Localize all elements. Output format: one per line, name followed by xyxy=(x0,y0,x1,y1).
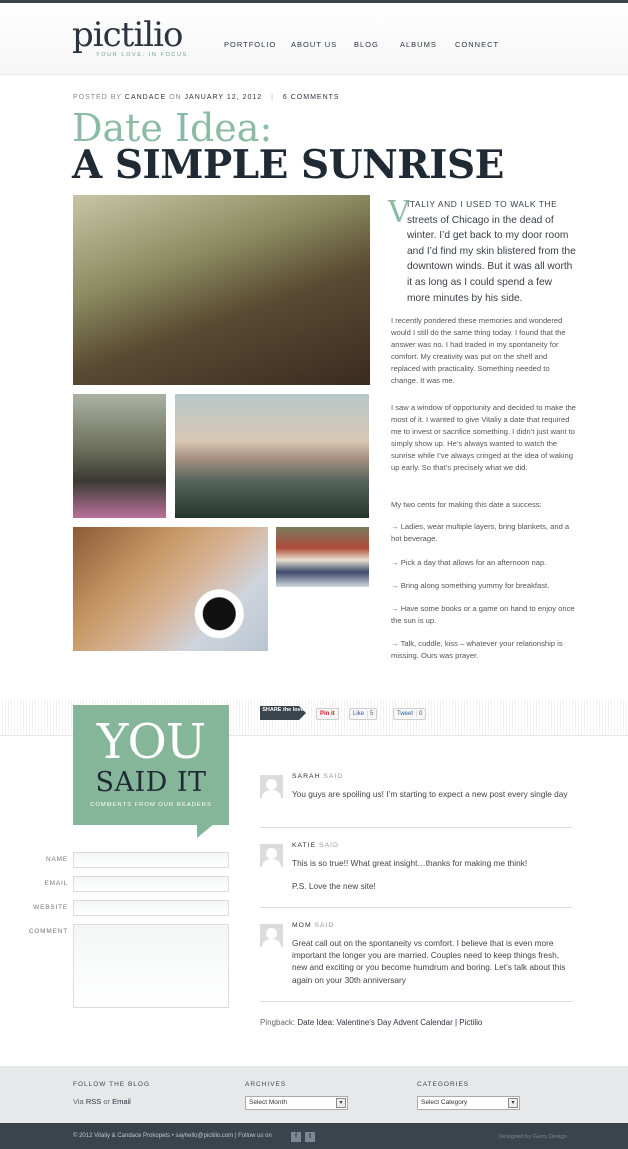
comment-divider xyxy=(260,907,573,908)
nav-portfolio[interactable]: PORTFOLIO xyxy=(224,40,276,49)
site-logo[interactable]: pictilio xyxy=(72,18,183,52)
comment-divider xyxy=(260,827,573,828)
email-label: EMAIL xyxy=(44,880,68,887)
comments-subtitle: COMMENTS FROM OUR READERS xyxy=(90,802,212,808)
avatar xyxy=(260,844,283,867)
site-tagline: YOUR LOVE. IN FOCUS. xyxy=(96,52,191,58)
couple-thermos-photo xyxy=(73,394,166,518)
lead-text: streets of Chicago in the dead of winter… xyxy=(407,214,576,304)
avatar xyxy=(260,775,283,798)
tip-item: → Ladies, wear multiple layers, bring bl… xyxy=(391,522,570,544)
said-label: SAID xyxy=(314,922,335,929)
archives-select-value: Select Month xyxy=(249,1099,287,1106)
on-label: ON xyxy=(169,94,182,101)
email-field[interactable] xyxy=(73,876,229,892)
website-label: WEBSITE xyxy=(33,904,68,911)
archives-select[interactable]: Select Month ▾ xyxy=(245,1096,348,1110)
breakfast-pastries-photo xyxy=(73,527,268,651)
archives-heading: ARCHIVES xyxy=(245,1081,287,1088)
facebook-like-button[interactable]: Like 5 xyxy=(349,708,378,720)
posted-by-label: POSTED BY xyxy=(73,94,122,101)
comment-author-name: SARAH xyxy=(292,773,321,780)
pingback-link[interactable]: Date Idea: Valentine’s Day Advent Calend… xyxy=(297,1018,482,1027)
copyright: © 2012 Vitaliy & Candace Prokopets • say… xyxy=(73,1133,272,1139)
pingback-label: Pingback: xyxy=(260,1018,296,1027)
comment-label: COMMENT xyxy=(28,928,68,935)
paragraph-2: I saw a window of opportunity and decide… xyxy=(391,403,576,473)
website-field[interactable] xyxy=(73,900,229,916)
comment-author: MOM SAID xyxy=(292,922,334,929)
nav-blog[interactable]: BLOG xyxy=(354,40,379,49)
or-label: or xyxy=(103,1097,110,1106)
said-label: SAID xyxy=(319,842,339,849)
lead-caps: ITALIY AND I USED TO WALK THE xyxy=(407,199,558,209)
tip-item: → Talk, cuddle, kiss – whatever your rel… xyxy=(391,639,563,661)
comment-text-2: P.S. Love the new site! xyxy=(292,881,376,891)
avatar xyxy=(260,924,283,947)
tweet-count: 0 xyxy=(416,711,423,717)
follow-heading: FOLLOW THE BLOG xyxy=(73,1081,151,1088)
nav-about-us[interactable]: ABOUT US xyxy=(291,40,337,49)
chevron-down-icon[interactable]: ▾ xyxy=(508,1098,518,1108)
name-label: NAME xyxy=(46,856,68,863)
twitter-icon[interactable]: t xyxy=(305,1132,315,1142)
lead-paragraph: ITALIY AND I USED TO WALK THE streets of… xyxy=(407,197,577,306)
tweet-label: Tweet xyxy=(397,711,414,717)
comment-text: You guys are spoiling us! I’m starting t… xyxy=(292,789,568,799)
categories-select-value: Select Category xyxy=(421,1099,468,1106)
comment-text: Great call out on the spontaneity vs com… xyxy=(292,938,566,985)
name-field[interactable] xyxy=(73,852,229,868)
nav-albums[interactable]: ALBUMS xyxy=(400,40,437,49)
said-label: SAID xyxy=(323,773,344,780)
categories-heading: CATEGORIES xyxy=(417,1081,470,1088)
email-link[interactable]: Email xyxy=(112,1097,131,1106)
comments-count-link[interactable]: 6 COMMENTS xyxy=(283,94,340,101)
via-label: Via xyxy=(73,1097,84,1106)
comment-author: KATIE SAID xyxy=(292,842,339,849)
pin-it-button[interactable]: Pin it xyxy=(316,708,339,720)
speech-bubble-tail xyxy=(197,823,215,838)
rss-link[interactable]: RSS xyxy=(86,1097,101,1106)
tweet-button[interactable]: Tweet 0 xyxy=(393,708,427,720)
like-count: 5 xyxy=(367,711,374,717)
post-title-line2: A SIMPLE SUNRISE xyxy=(72,142,504,188)
tip-item: → Have some books or a game on hand to e… xyxy=(391,604,575,626)
post-author-link[interactable]: CANDACE xyxy=(125,94,166,101)
chevron-down-icon[interactable]: ▾ xyxy=(336,1098,346,1108)
books-photo xyxy=(276,527,369,587)
nav-connect[interactable]: CONNECT xyxy=(455,40,499,49)
comment-divider xyxy=(260,1001,573,1002)
paragraph-1: I recently pondered these memories and w… xyxy=(391,316,566,386)
pingback: Pingback: Date Idea: Valentine’s Day Adv… xyxy=(260,1018,482,1027)
like-label: Like xyxy=(353,711,365,717)
comment-textarea[interactable] xyxy=(73,924,229,1008)
facebook-icon[interactable]: f xyxy=(291,1132,301,1142)
post-meta: POSTED BY CANDACE ON JANUARY 12, 2012 | … xyxy=(73,94,340,101)
tip-item: → Bring along something yummy for breakf… xyxy=(391,581,550,590)
you-heading: YOU xyxy=(96,714,207,770)
footer xyxy=(0,1066,628,1123)
comment-author: SARAH SAID xyxy=(292,773,343,780)
sunrise-landscape-photo xyxy=(175,394,369,518)
share-the-love-badge: SHARE the love xyxy=(260,706,306,720)
couple-photo xyxy=(73,195,370,385)
said-it-heading: SAID IT xyxy=(95,767,207,798)
categories-select[interactable]: Select Category ▾ xyxy=(417,1096,520,1110)
post-date: JANUARY 12, 2012 xyxy=(184,94,263,101)
paragraph-3: My two cents for making this date a succ… xyxy=(391,500,542,509)
designed-by[interactable]: Designed by Gurry Design xyxy=(499,1134,567,1140)
follow-links: Via RSS or Email xyxy=(73,1097,131,1106)
comment-author-name: KATIE xyxy=(292,842,317,849)
comment-author-name: MOM xyxy=(292,922,312,929)
tip-item: → Pick a day that allows for an afternoo… xyxy=(391,558,547,567)
comment-text: This is so true!! What great insight…tha… xyxy=(292,858,528,868)
